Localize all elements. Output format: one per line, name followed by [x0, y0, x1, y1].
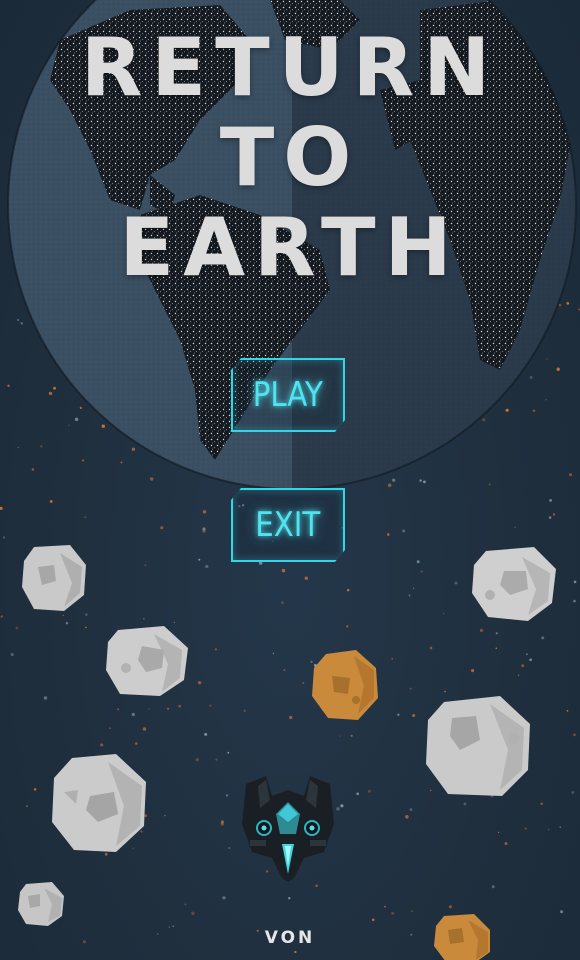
credit-text: VON — [264, 928, 316, 948]
game-menu-screen: RETURN TO EARTH PLAY EXIT VON — [0, 0, 580, 960]
game-title-line-3: EARTH — [119, 201, 461, 294]
play-button-label: PLAY — [252, 375, 324, 415]
asteroid-icon — [312, 650, 378, 720]
spaceship-icon — [242, 776, 334, 882]
exit-button-label: EXIT — [255, 505, 321, 545]
asteroid-icon — [106, 626, 188, 696]
asteroid-icon — [18, 882, 64, 926]
exit-button[interactable]: EXIT — [231, 488, 345, 562]
asteroid-icon — [472, 547, 556, 621]
asteroid-icon — [426, 696, 530, 796]
play-button[interactable]: PLAY — [231, 358, 345, 432]
game-title-line-1: RETURN — [80, 21, 500, 114]
game-title-line-2: TO — [219, 111, 361, 204]
asteroid-icon — [52, 754, 146, 852]
asteroid-icon — [22, 545, 86, 611]
